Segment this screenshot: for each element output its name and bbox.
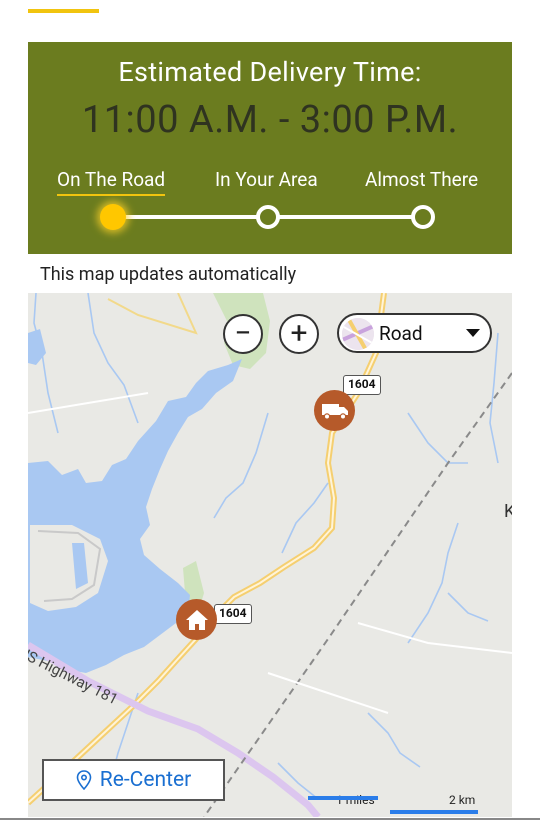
map-place-fragment: K	[504, 501, 512, 522]
stage-in-your-area: In Your Area	[215, 168, 318, 191]
recenter-button[interactable]: Re-Center	[42, 759, 225, 801]
top-accent-bar	[28, 9, 99, 13]
delivery-time-window: 11:00 A.M. - 3:00 P.M.	[81, 98, 459, 142]
route-shield-1604-north: 1604	[343, 375, 381, 395]
progress-dot-in-your-area	[256, 205, 280, 229]
delivery-map[interactable]: − + Road 1604 1604 US Highway 181 K Re-C…	[28, 293, 512, 817]
location-pin-icon	[76, 770, 92, 790]
delivery-time-label: Estimated Delivery Time:	[118, 56, 422, 88]
stage-almost-there: Almost There	[365, 168, 479, 191]
zoom-in-symbol: +	[290, 316, 308, 351]
progress-stage-labels: On The Road In Your Area Almost There	[28, 168, 512, 196]
map-auto-update-note: This map updates automatically	[40, 264, 297, 285]
zoom-out-symbol: −	[234, 316, 252, 351]
zoom-in-button[interactable]: +	[279, 314, 319, 354]
route-shield-1604-south: 1604	[214, 604, 252, 624]
map-style-select[interactable]: Road	[337, 313, 492, 353]
home-marker[interactable]	[176, 599, 217, 640]
progress-dot-almost-there	[411, 205, 435, 229]
scale-km-label: 2 km	[449, 793, 476, 807]
map-style-thumbnail-icon	[342, 318, 374, 350]
progress-dot-current	[100, 204, 126, 230]
map-background	[28, 293, 512, 817]
recenter-label: Re-Center	[99, 768, 192, 792]
truck-icon	[321, 403, 348, 420]
map-style-value: Road	[379, 322, 423, 345]
chevron-down-icon	[466, 329, 480, 337]
scale-bar-miles	[308, 796, 378, 800]
scale-bar-km	[390, 810, 478, 814]
stage-on-the-road: On The Road	[57, 168, 166, 196]
truck-marker[interactable]	[314, 390, 355, 431]
delivery-status-panel: Estimated Delivery Time: 11:00 A.M. - 3:…	[28, 42, 512, 254]
home-icon	[185, 609, 208, 630]
bottom-divider	[0, 818, 540, 820]
zoom-out-button[interactable]: −	[223, 314, 263, 354]
